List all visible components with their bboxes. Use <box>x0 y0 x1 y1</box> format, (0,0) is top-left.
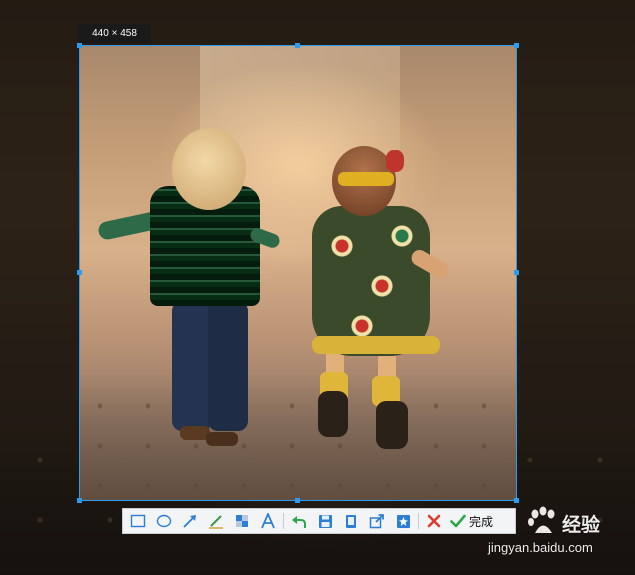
share-icon <box>369 514 384 529</box>
resize-handle-right[interactable] <box>514 270 519 275</box>
capture-selection[interactable] <box>79 45 517 501</box>
resize-handle-bottom[interactable] <box>295 498 300 503</box>
rectangle-tool-button[interactable] <box>125 510 151 532</box>
toolbar-separator <box>418 513 419 529</box>
girl-left-boot <box>318 391 348 437</box>
undo-button[interactable] <box>286 510 312 532</box>
text-icon <box>261 513 275 529</box>
baidu-paw-logo <box>528 506 555 533</box>
boy-head <box>172 128 246 210</box>
arrow-icon <box>183 515 196 528</box>
save-icon <box>318 514 332 528</box>
save-button[interactable] <box>312 510 338 532</box>
resize-handle-top-left[interactable] <box>77 43 82 48</box>
boy-right-leg <box>208 301 248 431</box>
boy-left-leg <box>172 301 212 431</box>
ellipse-icon <box>156 514 172 528</box>
boy-right-shoe <box>206 432 238 446</box>
gravel-road <box>80 376 516 500</box>
girl-headband <box>338 172 394 186</box>
cancel-button[interactable] <box>421 510 447 532</box>
resize-handle-top-right[interactable] <box>514 43 519 48</box>
pen-icon <box>209 515 223 529</box>
baidu-jingyan-watermark: 经验 jingyan.baidu.com <box>488 502 628 564</box>
capture-toolbar: 完成 <box>122 508 516 534</box>
arrow-tool-button[interactable] <box>177 510 203 532</box>
girl-right-boot <box>376 401 408 449</box>
copy-button[interactable] <box>338 510 364 532</box>
share-button[interactable] <box>364 510 390 532</box>
mosaic-tool-button[interactable] <box>229 510 255 532</box>
resize-handle-bottom-left[interactable] <box>77 498 82 503</box>
mosaic-icon <box>236 515 248 527</box>
pin-button[interactable] <box>390 510 416 532</box>
toolbar-separator <box>283 513 284 529</box>
copy-icon <box>346 514 356 528</box>
watermark-brand: 经验 <box>562 514 601 536</box>
pin-icon <box>396 514 410 528</box>
close-icon <box>427 514 441 528</box>
watermark-url: jingyan.baidu.com <box>488 540 593 555</box>
rectangle-icon <box>130 514 146 528</box>
selection-size-label: 440 × 458 <box>78 24 151 43</box>
checkmark-icon <box>450 514 466 528</box>
resize-handle-top[interactable] <box>295 43 300 48</box>
undo-icon <box>292 516 306 528</box>
text-tool-button[interactable] <box>255 510 281 532</box>
girl-dress-hem <box>312 336 440 354</box>
girl-dress <box>312 206 430 356</box>
pen-tool-button[interactable] <box>203 510 229 532</box>
girl-bow <box>386 150 404 172</box>
resize-handle-left[interactable] <box>77 270 82 275</box>
ellipse-tool-button[interactable] <box>151 510 177 532</box>
